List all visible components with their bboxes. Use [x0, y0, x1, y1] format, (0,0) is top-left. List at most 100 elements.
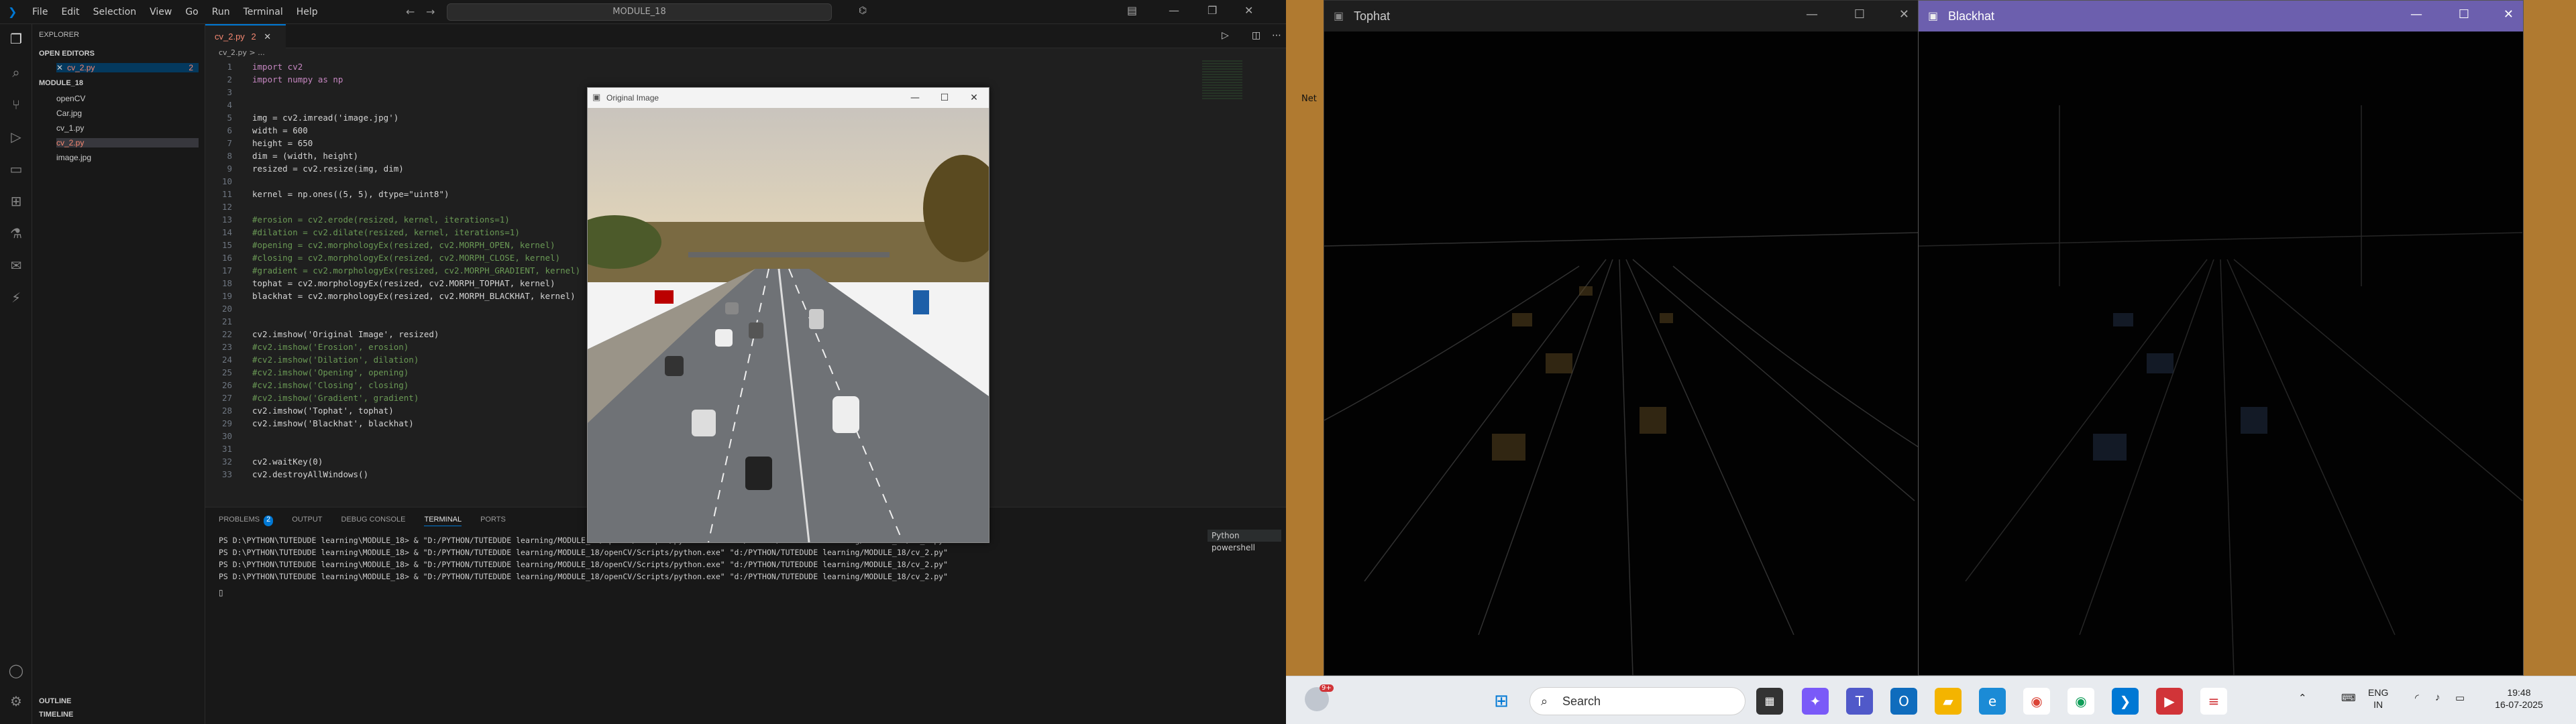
- minimap[interactable]: [1202, 60, 1242, 101]
- close-icon[interactable]: ✕: [1244, 4, 1253, 17]
- breadcrumb[interactable]: cv_2.py > ...: [219, 48, 265, 57]
- menu-item-run[interactable]: Run: [207, 5, 235, 19]
- maximize-icon[interactable]: ☐: [1854, 7, 1865, 21]
- tab-cv2[interactable]: cv_2.py 2 ✕: [205, 24, 286, 48]
- panel-tab-debug-console[interactable]: DEBUG CONSOLE: [341, 516, 406, 526]
- battery-icon[interactable]: ▭: [2455, 692, 2465, 704]
- close-icon[interactable]: ✕: [56, 63, 63, 72]
- menu-item-file[interactable]: File: [27, 5, 53, 19]
- start-button-icon[interactable]: ⊞: [1488, 688, 1515, 715]
- search-icon[interactable]: ⌕: [8, 64, 24, 80]
- explorer-icon[interactable]: ❐: [8, 31, 24, 47]
- window-title: Blackhat: [1948, 9, 1995, 23]
- search-placeholder: Search: [1562, 695, 1601, 708]
- file-item[interactable]: image.jpg: [56, 153, 91, 162]
- youtube-icon[interactable]: ▶: [2156, 688, 2183, 715]
- close-icon[interactable]: ✕: [1899, 7, 1909, 21]
- file-item[interactable]: cv_1.py: [56, 123, 84, 133]
- extensions-icon[interactable]: ⊞: [8, 193, 24, 209]
- show-hidden-icons-icon[interactable]: ⌃: [2298, 692, 2307, 704]
- line-number: 10: [221, 176, 232, 186]
- taskbar-search[interactable]: ⌕ Search: [1529, 687, 1746, 715]
- line-number: 1: [227, 62, 232, 72]
- open-editor-item[interactable]: ✕ cv_2.py 2: [56, 63, 199, 72]
- code-line: 7 height = 650: [205, 137, 580, 149]
- copilot-icon[interactable]: ⌬: [859, 5, 867, 16]
- panel-tab-ports[interactable]: PORTS: [480, 516, 506, 526]
- volume-icon[interactable]: ♪: [2435, 692, 2440, 703]
- copilot-app-icon[interactable]: ✦: [1802, 688, 1829, 715]
- minimize-icon[interactable]: —: [1169, 4, 1179, 17]
- desktop-icons[interactable]: Net: [1298, 54, 1325, 127]
- teams-icon[interactable]: T: [1846, 688, 1873, 715]
- run-debug-icon[interactable]: ▷: [8, 129, 24, 145]
- timeline-section[interactable]: TIMELINE: [39, 711, 73, 719]
- terminal-item-powershell[interactable]: powershell: [1208, 542, 1281, 554]
- panel-tab-terminal[interactable]: TERMINAL: [424, 516, 462, 526]
- testing-icon[interactable]: ⚗: [8, 225, 24, 241]
- folder-section[interactable]: MODULE_18: [39, 79, 83, 87]
- settings-gear-icon[interactable]: ⚙: [8, 693, 24, 709]
- file-explorer-icon[interactable]: ▰: [1935, 688, 1962, 715]
- code-line: 23 #cv2.imshow('Erosion', erosion): [205, 341, 580, 353]
- desktop-icon[interactable]: Net: [1298, 54, 1325, 127]
- line-number: 19: [221, 291, 232, 301]
- edge-icon[interactable]: e: [1979, 688, 2006, 715]
- menu-item-go[interactable]: Go: [180, 5, 203, 19]
- menu-item-view[interactable]: View: [144, 5, 177, 19]
- code-editor[interactable]: 1 import cv2 2 import numpy as np 3 4 5 img = c…: [205, 60, 580, 481]
- forward-arrow-icon[interactable]: →: [426, 5, 435, 18]
- chrome-icon[interactable]: ◉: [2023, 688, 2050, 715]
- minimize-icon[interactable]: —: [2410, 7, 2422, 21]
- code-text: import numpy as np: [252, 74, 343, 84]
- keyboard-icon[interactable]: ⌨: [2341, 692, 2356, 704]
- open-editors-section[interactable]: OPEN EDITORS: [39, 50, 95, 58]
- code-text: cv2.waitKey(0): [252, 457, 323, 467]
- account-icon[interactable]: ◯: [8, 662, 24, 678]
- tab-close-icon[interactable]: ✕: [264, 32, 271, 42]
- menu-item-edit[interactable]: Edit: [56, 5, 85, 19]
- layout-toggle-icon[interactable]: ▤: [1127, 4, 1137, 17]
- panel-tab-problems[interactable]: PROBLEMS: [219, 516, 260, 526]
- remote-explorer-icon[interactable]: ▭: [8, 161, 24, 177]
- maximize-icon[interactable]: ☐: [2459, 7, 2469, 21]
- code-line: 30: [205, 430, 580, 442]
- code-line: 22 cv2.imshow('Original Image', resized): [205, 328, 580, 341]
- chrome-profile-icon[interactable]: ◉: [2068, 688, 2094, 715]
- outline-section[interactable]: OUTLINE: [39, 697, 71, 705]
- vscode-taskbar-icon[interactable]: ❯: [2112, 688, 2139, 715]
- command-center-search[interactable]: MODULE_18: [447, 3, 832, 21]
- tophat-window[interactable]: Tophat ▣ — ☐ ✕: [1324, 0, 1919, 676]
- run-icon[interactable]: ▷: [1222, 30, 1229, 41]
- menu-item-terminal[interactable]: Terminal: [238, 5, 288, 19]
- panel-tab-output[interactable]: OUTPUT: [292, 516, 322, 526]
- chat-icon[interactable]: ✉: [8, 257, 24, 274]
- file-item[interactable]: cv_2.py: [56, 138, 199, 147]
- minimize-icon[interactable]: —: [900, 88, 930, 108]
- weather-widget-icon[interactable]: 9+: [1305, 684, 1334, 711]
- wifi-icon[interactable]: ◜: [2415, 692, 2419, 704]
- close-icon[interactable]: ✕: [959, 88, 989, 108]
- file-item[interactable]: Car.jpg: [56, 109, 82, 118]
- maximize-icon[interactable]: ☐: [930, 88, 959, 108]
- python-opencv-icon[interactable]: ≡: [2200, 688, 2227, 715]
- clock[interactable]: 19:48 16-07-2025: [2482, 686, 2556, 711]
- blackhat-window[interactable]: Blackhat ▣ — ☐ ✕: [1918, 0, 2524, 676]
- maximize-icon[interactable]: ❐: [1208, 4, 1217, 17]
- back-arrow-icon[interactable]: ←: [406, 5, 415, 18]
- outlook-icon[interactable]: O: [1890, 688, 1917, 715]
- terminal-item-python[interactable]: Python: [1208, 530, 1281, 542]
- task-view-icon[interactable]: ▦: [1756, 688, 1783, 715]
- split-editor-icon[interactable]: ◫: [1252, 30, 1260, 41]
- code-text: #closing = cv2.morphologyEx(resized, cv2…: [252, 253, 561, 263]
- copilot-side-icon[interactable]: ⚡: [8, 290, 24, 306]
- minimize-icon[interactable]: —: [1806, 7, 1818, 21]
- source-control-icon[interactable]: ⑂: [8, 97, 24, 113]
- original-image-window[interactable]: ▣ Original Image — ☐ ✕: [587, 87, 989, 543]
- menu-item-help[interactable]: Help: [291, 5, 323, 19]
- more-actions-icon[interactable]: ⋯: [1272, 30, 1281, 41]
- menu-item-selection[interactable]: Selection: [88, 5, 142, 19]
- close-icon[interactable]: ✕: [2504, 7, 2514, 21]
- file-item[interactable]: openCV: [56, 94, 85, 103]
- language-indicator[interactable]: ENG IN: [2368, 686, 2388, 711]
